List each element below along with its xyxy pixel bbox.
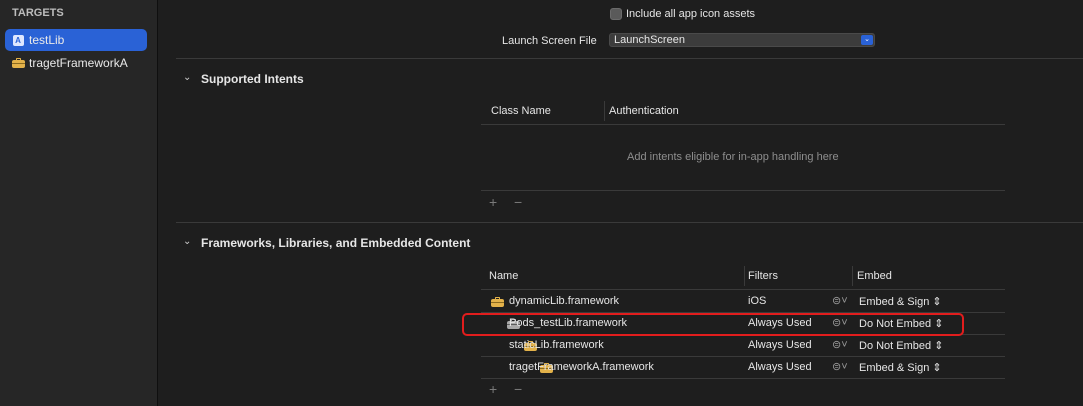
toolbox-icon: [491, 297, 504, 307]
chevron-down-icon[interactable]: ⌄: [183, 236, 191, 247]
table-header-divider: [481, 289, 1005, 290]
sidebar-item-testlib[interactable]: A testLib: [5, 29, 147, 51]
toolbox-icon: [12, 58, 25, 69]
chevron-updown-icon: ⇕: [932, 296, 942, 308]
table-footer-divider: [481, 190, 1005, 191]
table-footer-divider: [481, 378, 1005, 379]
sidebar-item-label: tragetFrameworkA: [29, 56, 128, 70]
add-intent-button[interactable]: +: [489, 194, 497, 210]
table-header-divider: [481, 124, 1005, 125]
section-divider: [176, 58, 1083, 59]
chevron-down-icon[interactable]: ⌄: [183, 72, 191, 83]
filter-menu-icon[interactable]: ⊜˅: [832, 294, 848, 307]
launch-screen-label: Launch Screen File: [502, 35, 597, 47]
intents-section-title[interactable]: Supported Intents: [201, 72, 304, 86]
targets-header: TARGETS: [12, 7, 64, 19]
framework-filter: iOS: [748, 295, 767, 307]
embed-value: Do Not Embed: [859, 340, 932, 352]
embed-value: Embed & Sign: [859, 296, 930, 308]
intents-col-class-name[interactable]: Class Name: [491, 105, 551, 117]
embed-value: Embed & Sign: [859, 362, 930, 374]
frameworks-col-name[interactable]: Name: [489, 270, 518, 282]
launch-screen-value: LaunchScreen: [614, 34, 685, 46]
include-all-icons-checkbox[interactable]: [610, 8, 622, 20]
chevron-updown-icon: ⇕: [932, 362, 942, 374]
include-all-icons-label: Include all app icon assets: [626, 8, 756, 20]
framework-filter: Always Used: [748, 361, 812, 373]
frameworks-col-embed[interactable]: Embed: [857, 270, 892, 282]
app-icon: A: [12, 34, 24, 46]
chevron-updown-icon: ⇕: [934, 340, 944, 352]
framework-name: staticLib.framework: [509, 339, 604, 351]
embed-popup[interactable]: Embed & Sign ⇕: [859, 295, 942, 308]
column-divider: [604, 101, 605, 121]
sidebar-item-tragetframeworka[interactable]: tragetFrameworkA: [5, 52, 147, 74]
sidebar-item-label: testLib: [29, 33, 65, 47]
framework-filter: Always Used: [748, 339, 812, 351]
add-framework-button[interactable]: +: [489, 381, 497, 397]
filter-menu-icon[interactable]: ⊜˅: [832, 360, 848, 373]
frameworks-section-title[interactable]: Frameworks, Libraries, and Embedded Cont…: [201, 236, 470, 250]
framework-name: tragetFrameworkA.framework: [509, 361, 654, 373]
intents-empty-placeholder: Add intents eligible for in-app handling…: [627, 151, 839, 163]
chevron-updown-icon: ⌄: [861, 35, 873, 45]
remove-intent-button[interactable]: −: [514, 194, 522, 210]
filter-menu-icon[interactable]: ⊜˅: [832, 338, 848, 351]
intents-col-authentication[interactable]: Authentication: [609, 105, 679, 117]
embed-popup[interactable]: Do Not Embed ⇕: [859, 339, 943, 352]
highlight-annotation: [462, 313, 964, 336]
remove-framework-button[interactable]: −: [514, 381, 522, 397]
column-divider: [852, 266, 853, 286]
section-divider: [176, 222, 1083, 223]
column-divider: [744, 266, 745, 286]
embed-popup[interactable]: Embed & Sign ⇕: [859, 361, 942, 374]
framework-name: dynamicLib.framework: [509, 295, 620, 307]
launch-screen-popup[interactable]: LaunchScreen ⌄: [609, 33, 875, 47]
frameworks-col-filters[interactable]: Filters: [748, 270, 778, 282]
